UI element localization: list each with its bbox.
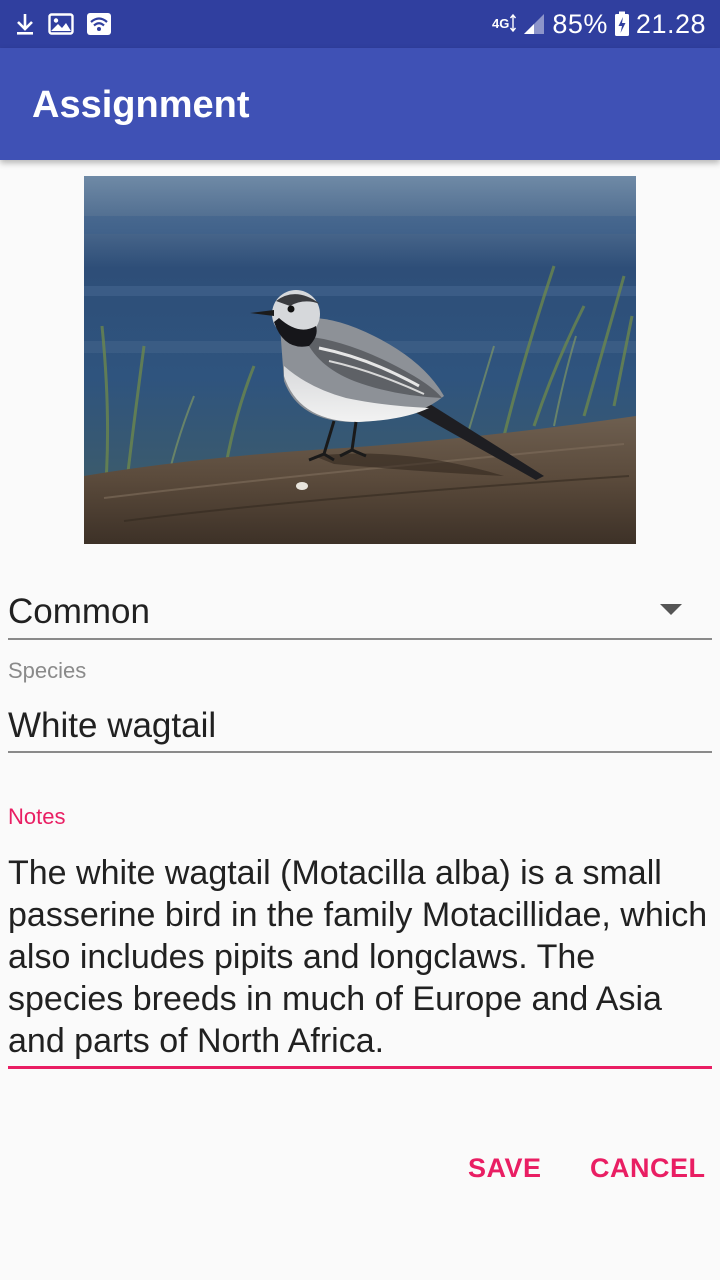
network-type-label: 4G [492, 16, 510, 31]
signal-icon [522, 12, 546, 36]
battery-charging-icon [614, 11, 630, 37]
app-bar-title: Assignment [32, 84, 250, 126]
status-bar: 4G 85% 21.28 [0, 0, 720, 48]
species-input-underline [8, 751, 712, 753]
clock: 21.28 [635, 8, 706, 39]
save-button[interactable]: SAVE [468, 1148, 542, 1188]
status-system: 4G 85% 21.28 [486, 9, 706, 40]
status-notifications [14, 12, 124, 36]
cancel-button[interactable]: CANCEL [590, 1148, 706, 1188]
network-type-indicator: 4G [492, 13, 517, 35]
battery-percent: 85% [552, 8, 608, 39]
bird-photo [84, 176, 636, 544]
notes-label: Notes [8, 804, 66, 829]
app-bar: Assignment [0, 48, 720, 160]
wifi-icon [86, 12, 112, 36]
category-spinner[interactable]: Common [8, 580, 712, 640]
notes-input-underline [8, 1066, 712, 1069]
dropdown-arrow-icon[interactable] [660, 604, 682, 615]
notes-input[interactable]: The white wagtail (Motacilla alba) is a … [8, 852, 712, 1062]
species-label: Species [8, 658, 87, 683]
species-input[interactable]: White wagtail [8, 706, 216, 746]
category-spinner-underline [8, 638, 712, 640]
download-icon [14, 12, 36, 36]
image-icon [48, 12, 74, 36]
category-spinner-value: Common [8, 592, 150, 631]
